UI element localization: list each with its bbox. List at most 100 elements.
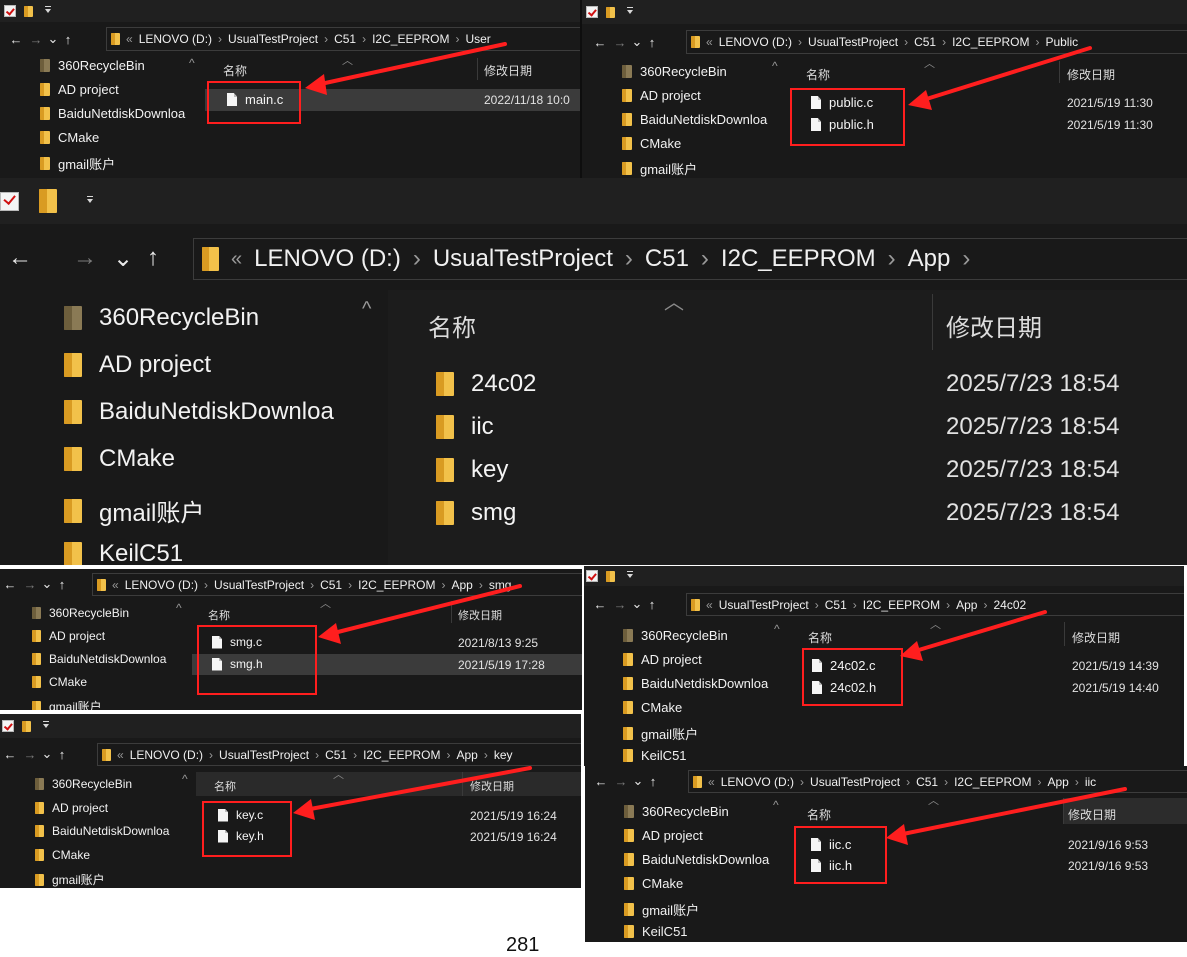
- breadcrumb-drive[interactable]: LENOVO (D:): [254, 245, 401, 273]
- recent-locations-button[interactable]: ⌄: [40, 576, 54, 592]
- up-button[interactable]: ↑: [644, 35, 660, 50]
- properties-checkbox-icon[interactable]: [586, 570, 598, 582]
- breadcrumb-current[interactable]: App: [908, 245, 951, 273]
- scroll-up-arrow[interactable]: ^: [772, 59, 778, 73]
- breadcrumb-separator[interactable]: ›: [324, 32, 328, 46]
- breadcrumb-current[interactable]: User: [465, 32, 490, 46]
- tree-item-recyclebin[interactable]: 360RecycleBin: [64, 304, 259, 332]
- breadcrumb-separator[interactable]: ›: [853, 598, 857, 612]
- tree-item-gmail[interactable]: gmail账户: [624, 900, 699, 919]
- breadcrumb-app[interactable]: App: [456, 748, 477, 762]
- breadcrumb-drive[interactable]: LENOVO (D:): [139, 32, 212, 46]
- column-divider[interactable]: [1059, 61, 1060, 83]
- breadcrumb-project[interactable]: UsualTestProject: [810, 775, 900, 789]
- breadcrumb-separator[interactable]: ›: [906, 775, 910, 789]
- column-divider[interactable]: [1063, 798, 1064, 824]
- back-button[interactable]: ←: [590, 35, 610, 50]
- quick-access-dropdown-icon[interactable]: [43, 721, 49, 728]
- column-header-date[interactable]: 修改日期: [1072, 629, 1120, 646]
- tree-item-baidu[interactable]: BaiduNetdiskDownloa: [35, 824, 169, 838]
- up-button[interactable]: ↑: [645, 774, 661, 789]
- breadcrumb-eeprom[interactable]: I2C_EEPROM: [954, 775, 1031, 789]
- tree-item-cmake[interactable]: CMake: [40, 130, 99, 145]
- back-button[interactable]: ←: [590, 597, 610, 612]
- recent-locations-button[interactable]: ⌄: [630, 596, 644, 612]
- breadcrumb-eeprom[interactable]: I2C_EEPROM: [721, 245, 876, 273]
- folder-row[interactable]: key 2025/7/23 18:54: [388, 450, 1187, 492]
- quick-access-dropdown-icon[interactable]: [627, 7, 633, 14]
- folder-row[interactable]: iic 2025/7/23 18:54: [388, 407, 1187, 449]
- tree-item-gmail[interactable]: gmail账户: [622, 159, 697, 178]
- tree-item-gmail[interactable]: gmail账户: [32, 698, 102, 710]
- tree-item-cmake[interactable]: CMake: [622, 136, 681, 151]
- breadcrumb-app[interactable]: App: [1047, 775, 1068, 789]
- quick-access-dropdown-icon[interactable]: [627, 571, 633, 578]
- overflow-chevron[interactable]: «: [112, 578, 119, 592]
- recent-locations-button[interactable]: ⌄: [46, 31, 60, 47]
- scroll-up-arrow[interactable]: ^: [362, 298, 371, 321]
- tree-item-baidu[interactable]: BaiduNetdiskDownloa: [32, 652, 166, 666]
- forward-button[interactable]: →: [20, 577, 40, 592]
- address-bar[interactable]: « LENOVO (D:) › UsualTestProject › C51 ›…: [686, 30, 1187, 54]
- column-divider[interactable]: [477, 58, 478, 80]
- breadcrumb-separator[interactable]: ›: [353, 748, 357, 762]
- breadcrumb-separator[interactable]: ›: [209, 748, 213, 762]
- scroll-up-arrow[interactable]: ^: [774, 622, 780, 636]
- quick-access-dropdown-icon[interactable]: [45, 6, 51, 13]
- breadcrumb-separator[interactable]: ›: [484, 748, 488, 762]
- folder-row[interactable]: 24c02 2025/7/23 18:54: [388, 364, 1187, 406]
- breadcrumb-current[interactable]: iic: [1085, 775, 1096, 789]
- breadcrumb-separator[interactable]: ›: [362, 32, 366, 46]
- breadcrumb-current[interactable]: Public: [1045, 35, 1078, 49]
- tree-item-recyclebin[interactable]: 360RecycleBin: [35, 777, 132, 791]
- breadcrumb-c51[interactable]: C51: [645, 245, 689, 273]
- tree-item-baidu[interactable]: BaiduNetdiskDownloa: [624, 852, 769, 867]
- scroll-up-arrow[interactable]: ^: [189, 56, 195, 70]
- folder-row[interactable]: smg 2025/7/23 18:54: [388, 493, 1187, 535]
- address-bar[interactable]: « LENOVO (D:) › UsualTestProject › C51 ›…: [193, 238, 1187, 280]
- column-header-date[interactable]: 修改日期: [1067, 66, 1115, 83]
- breadcrumb-drive[interactable]: LENOVO (D:): [719, 35, 792, 49]
- recent-locations-button[interactable]: ⌄: [630, 34, 644, 50]
- breadcrumb-separator[interactable]: ›: [1075, 775, 1079, 789]
- breadcrumb-separator[interactable]: ›: [888, 245, 896, 273]
- breadcrumb-separator[interactable]: ›: [983, 598, 987, 612]
- breadcrumb-project[interactable]: UsualTestProject: [433, 245, 613, 273]
- up-button[interactable]: ↑: [138, 244, 168, 272]
- back-button[interactable]: ←: [591, 774, 611, 789]
- breadcrumb-c51[interactable]: C51: [916, 775, 938, 789]
- tree-item-keil[interactable]: KeilC51: [623, 748, 687, 763]
- tree-item-baidu[interactable]: BaiduNetdiskDownloa: [64, 398, 334, 426]
- breadcrumb-separator[interactable]: ›: [815, 598, 819, 612]
- up-button[interactable]: ↑: [644, 597, 660, 612]
- forward-button[interactable]: →: [611, 774, 631, 789]
- forward-button[interactable]: →: [610, 35, 630, 50]
- properties-checkbox-icon[interactable]: [4, 5, 16, 17]
- breadcrumb-separator[interactable]: ›: [204, 578, 208, 592]
- breadcrumb-separator[interactable]: ›: [413, 245, 421, 273]
- breadcrumb-separator[interactable]: ›: [942, 35, 946, 49]
- breadcrumb-project[interactable]: UsualTestProject: [808, 35, 898, 49]
- column-header-name[interactable]: 名称: [806, 66, 830, 83]
- breadcrumb-eeprom[interactable]: I2C_EEPROM: [952, 35, 1029, 49]
- back-button[interactable]: ←: [6, 32, 26, 47]
- breadcrumb-separator[interactable]: ›: [455, 32, 459, 46]
- tree-item-gmail[interactable]: gmail账户: [64, 493, 204, 528]
- column-divider[interactable]: [932, 294, 933, 350]
- breadcrumb-separator[interactable]: ›: [315, 748, 319, 762]
- properties-checkbox-icon[interactable]: [0, 191, 19, 211]
- breadcrumb-separator[interactable]: ›: [310, 578, 314, 592]
- address-bar[interactable]: « UsualTestProject › C51 › I2C_EEPROM › …: [686, 593, 1184, 616]
- breadcrumb-c51[interactable]: C51: [320, 578, 342, 592]
- address-bar[interactable]: « LENOVO (D:) › UsualTestProject › C51 ›…: [688, 770, 1187, 793]
- breadcrumb-separator[interactable]: ›: [348, 578, 352, 592]
- up-button[interactable]: ↑: [54, 747, 70, 762]
- quick-access-dropdown-icon[interactable]: [87, 196, 93, 203]
- forward-button[interactable]: →: [26, 32, 46, 47]
- breadcrumb-separator[interactable]: ›: [479, 578, 483, 592]
- column-header-name[interactable]: 名称: [808, 629, 832, 646]
- properties-checkbox-icon[interactable]: [2, 720, 14, 732]
- back-button[interactable]: ←: [0, 747, 20, 762]
- breadcrumb-current[interactable]: key: [494, 748, 513, 762]
- breadcrumb-drive[interactable]: LENOVO (D:): [130, 748, 203, 762]
